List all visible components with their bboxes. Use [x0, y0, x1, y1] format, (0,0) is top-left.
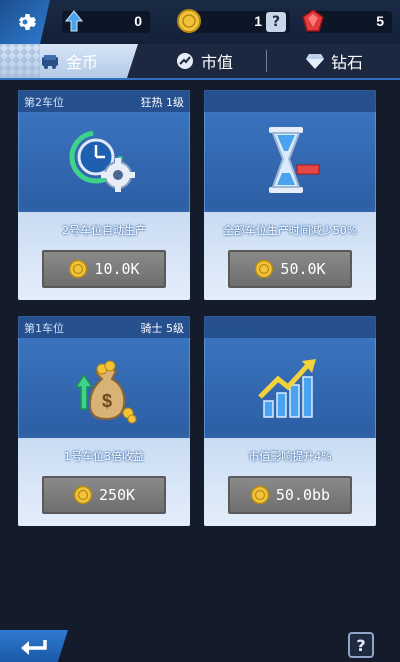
rank-stat: 0 — [62, 10, 150, 33]
card-description: 全部车位生产时间减少50% — [222, 224, 358, 237]
card-tag: 骑士 5级 — [140, 322, 185, 335]
ruby-gem-icon — [302, 9, 324, 32]
growth-chart-icon — [258, 359, 316, 418]
back-button[interactable] — [0, 630, 68, 662]
tab-coins[interactable]: 金币 — [0, 44, 138, 78]
price-label: 10.0K — [94, 260, 140, 278]
card-tag: 狂热 1级 — [140, 96, 185, 109]
card-header — [204, 90, 376, 112]
tab-coins-label: 金币 — [65, 53, 98, 72]
back-arrow-icon — [21, 640, 47, 655]
price-label: 250K — [98, 486, 136, 504]
card-header: 第2车位 狂热 1级 — [18, 90, 190, 112]
help-button[interactable]: ? — [348, 632, 374, 658]
tab-market-value[interactable]: 市值 — [142, 44, 266, 78]
coin-icon — [250, 485, 270, 505]
card-description: 2号车位自动生产 — [62, 224, 146, 237]
card-header — [204, 316, 376, 338]
coin-icon — [73, 485, 93, 505]
bottom-bar: ? — [0, 628, 400, 662]
hourglass-icon — [269, 127, 320, 193]
buy-button[interactable]: 250K — [42, 476, 166, 514]
price-label: 50.0bb — [275, 486, 331, 504]
gem-stat: 5 — [302, 9, 392, 33]
gem-value: 5 — [376, 13, 384, 29]
market-icon — [176, 53, 193, 69]
car-seat-icon — [41, 55, 58, 69]
upgrade-card: 第2车位 狂热 1级 2号车位自动生产 10.0K — [18, 90, 190, 300]
upgrade-card: 市值影响提升4% 50.0bb — [204, 316, 376, 526]
coin-stat: 1 ? — [177, 9, 290, 33]
card-header: 第1车位 骑士 5级 — [18, 316, 190, 338]
rank-value: 0 — [134, 13, 142, 29]
card-description: 市值影响提升4% — [248, 450, 332, 463]
coin-icon — [177, 9, 201, 33]
money-bag-icon: $ — [74, 360, 137, 424]
upgrade-card: 第1车位 骑士 5级 $ 1号车位3倍收益 250K — [18, 316, 190, 526]
buy-button[interactable]: 50.0bb — [228, 476, 352, 514]
coin-help-button[interactable]: ? — [266, 12, 286, 32]
svg-text:$: $ — [102, 391, 112, 411]
tab-diamonds[interactable]: 钻石 — [268, 44, 400, 78]
rank-arrow-icon — [64, 10, 84, 32]
buy-button[interactable]: 10.0K — [42, 250, 166, 288]
card-description: 1号车位3倍收益 — [64, 450, 144, 463]
buy-button[interactable]: 50.0K — [228, 250, 352, 288]
card-slot-label: 第1车位 — [24, 322, 64, 335]
coin-value: 1 — [254, 13, 262, 29]
top-bar: 0 1 ? 5 — [0, 0, 400, 44]
clock-gear-icon — [69, 130, 135, 192]
question-icon: ? — [271, 14, 281, 30]
question-icon: ? — [356, 635, 366, 655]
coin-icon — [69, 259, 88, 279]
coin-icon — [255, 259, 274, 279]
diamond-icon — [305, 54, 324, 69]
upgrade-card: 全部车位生产时间减少50% 50.0K — [204, 90, 376, 300]
gear-icon — [19, 14, 36, 30]
tab-bar: 金币 市值 钻石 — [0, 44, 400, 80]
tab-diamonds-label: 钻石 — [330, 53, 363, 72]
settings-button[interactable] — [0, 0, 50, 44]
card-slot-label: 第2车位 — [24, 96, 64, 109]
price-label: 50.0K — [280, 260, 326, 278]
tab-market-value-label: 市值 — [200, 53, 233, 72]
